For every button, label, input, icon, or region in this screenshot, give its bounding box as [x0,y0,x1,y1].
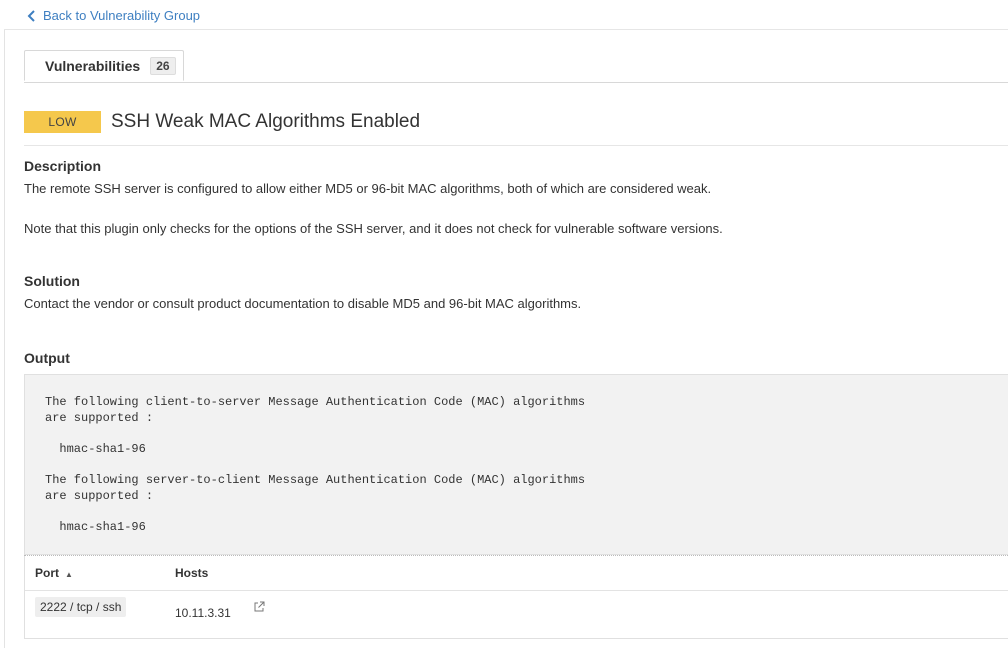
description-heading: Description [24,158,102,174]
back-to-vulnerability-group-link[interactable]: Back to Vulnerability Group [27,8,200,23]
port-header-label: Port [35,566,59,580]
host-cell: 10.11.3.31 [175,606,231,620]
header-divider [4,29,1008,30]
ports-hosts-table: Port ▲ Hosts 2222 / tcp / ssh 10.11.3.31 [24,556,1008,639]
back-link-label: Back to Vulnerability Group [43,8,201,23]
vulnerability-title: SSH Weak MAC Algorithms Enabled [111,111,421,132]
vulnerability-header: LOW SSH Weak MAC Algorithms Enabled [24,111,1008,146]
column-header-hosts[interactable]: Hosts [175,566,208,580]
solution-text: Contact the vendor or consult product do… [24,296,582,311]
chevron-left-icon [27,9,35,22]
plugin-output-text: The following client-to-server Message A… [45,395,586,534]
content-left-border [4,30,5,648]
description-text: The remote SSH server is configured to a… [24,181,712,196]
external-link-icon[interactable] [253,601,265,613]
sort-ascending-icon: ▲ [65,570,73,579]
tab-bar: Vulnerabilities 26 [24,50,1008,83]
tab-vulnerabilities[interactable]: Vulnerabilities 26 [24,50,184,81]
plugin-output-box: The following client-to-server Message A… [24,374,1008,555]
description-note: Note that this plugin only checks for th… [24,221,723,236]
output-heading: Output [24,350,70,366]
clipped-heading-fragment [200,0,220,2]
severity-badge: LOW [24,111,101,133]
tab-count-badge: 26 [150,56,176,75]
tab-label: Vulnerabilities [45,57,141,74]
solution-heading: Solution [24,273,80,289]
column-header-port[interactable]: Port ▲ [35,566,73,580]
port-cell: 2222 / tcp / ssh [35,597,127,617]
table-header-divider [25,590,1008,591]
